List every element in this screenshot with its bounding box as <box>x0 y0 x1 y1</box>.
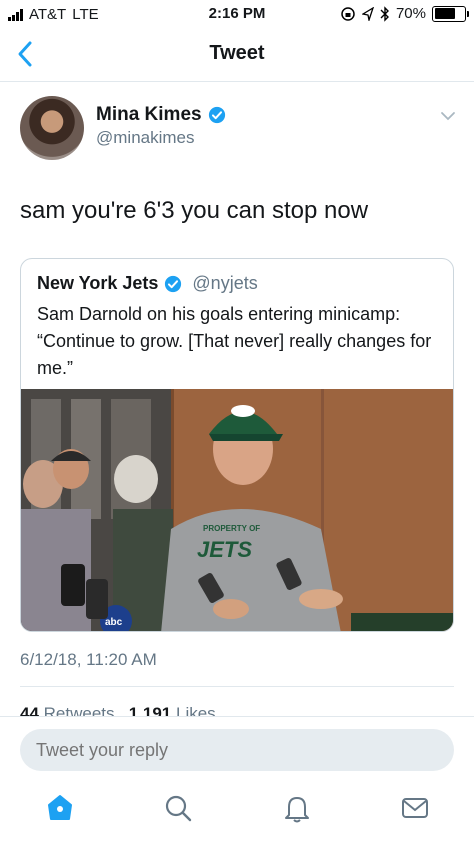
status-right: 70% <box>340 5 469 22</box>
avatar[interactable] <box>20 96 84 160</box>
quote-text: Sam Darnold on his goals entering minica… <box>37 304 432 378</box>
photo-scene: PROPERTY OF JETS abc <box>21 389 453 631</box>
battery-percent: 70% <box>395 5 426 22</box>
verified-badge-icon <box>208 106 225 124</box>
rotation-lock-icon <box>341 6 355 21</box>
chevron-down-icon[interactable] <box>440 110 456 122</box>
bell-icon[interactable] <box>282 793 312 823</box>
status-bar: AT&T LTE 2:16 PM 70% <box>0 0 474 28</box>
shirt-text-2: JETS <box>197 537 252 562</box>
battery-fill <box>434 8 455 19</box>
divider <box>20 686 454 687</box>
author-handle[interactable]: @minakimes <box>96 128 195 148</box>
quote-author-handle: @nyjets <box>192 273 258 293</box>
reply-input[interactable] <box>20 729 454 771</box>
nav-bar: Tweet <box>0 28 474 82</box>
envelope-icon[interactable] <box>400 793 430 823</box>
tab-bar <box>0 793 474 833</box>
search-icon[interactable] <box>163 793 193 823</box>
author-name[interactable]: Mina Kimes <box>96 104 202 126</box>
quoted-tweet-card[interactable]: New York Jets @nyjets Sam Darnold on his… <box>20 258 454 632</box>
quote-photo[interactable]: PROPERTY OF JETS abc <box>21 389 453 631</box>
mic-label: abc <box>105 617 123 628</box>
reply-area <box>0 716 474 843</box>
page-title: Tweet <box>209 42 265 64</box>
quote-header: New York Jets @nyjets <box>37 273 258 294</box>
bluetooth-icon <box>380 5 389 22</box>
verified-badge-icon <box>165 275 182 292</box>
author-name-row[interactable]: Mina Kimes <box>96 104 226 126</box>
shirt-text-1: PROPERTY OF <box>203 524 260 533</box>
tweet-timestamp: 6/12/18, 11:20 AM <box>20 650 157 669</box>
home-icon[interactable] <box>45 793 75 823</box>
tweet-text: sam you're 6'3 you can stop now <box>20 197 369 224</box>
battery-icon <box>432 5 469 22</box>
quote-author-name: New York Jets <box>37 273 159 293</box>
location-icon <box>361 6 374 21</box>
